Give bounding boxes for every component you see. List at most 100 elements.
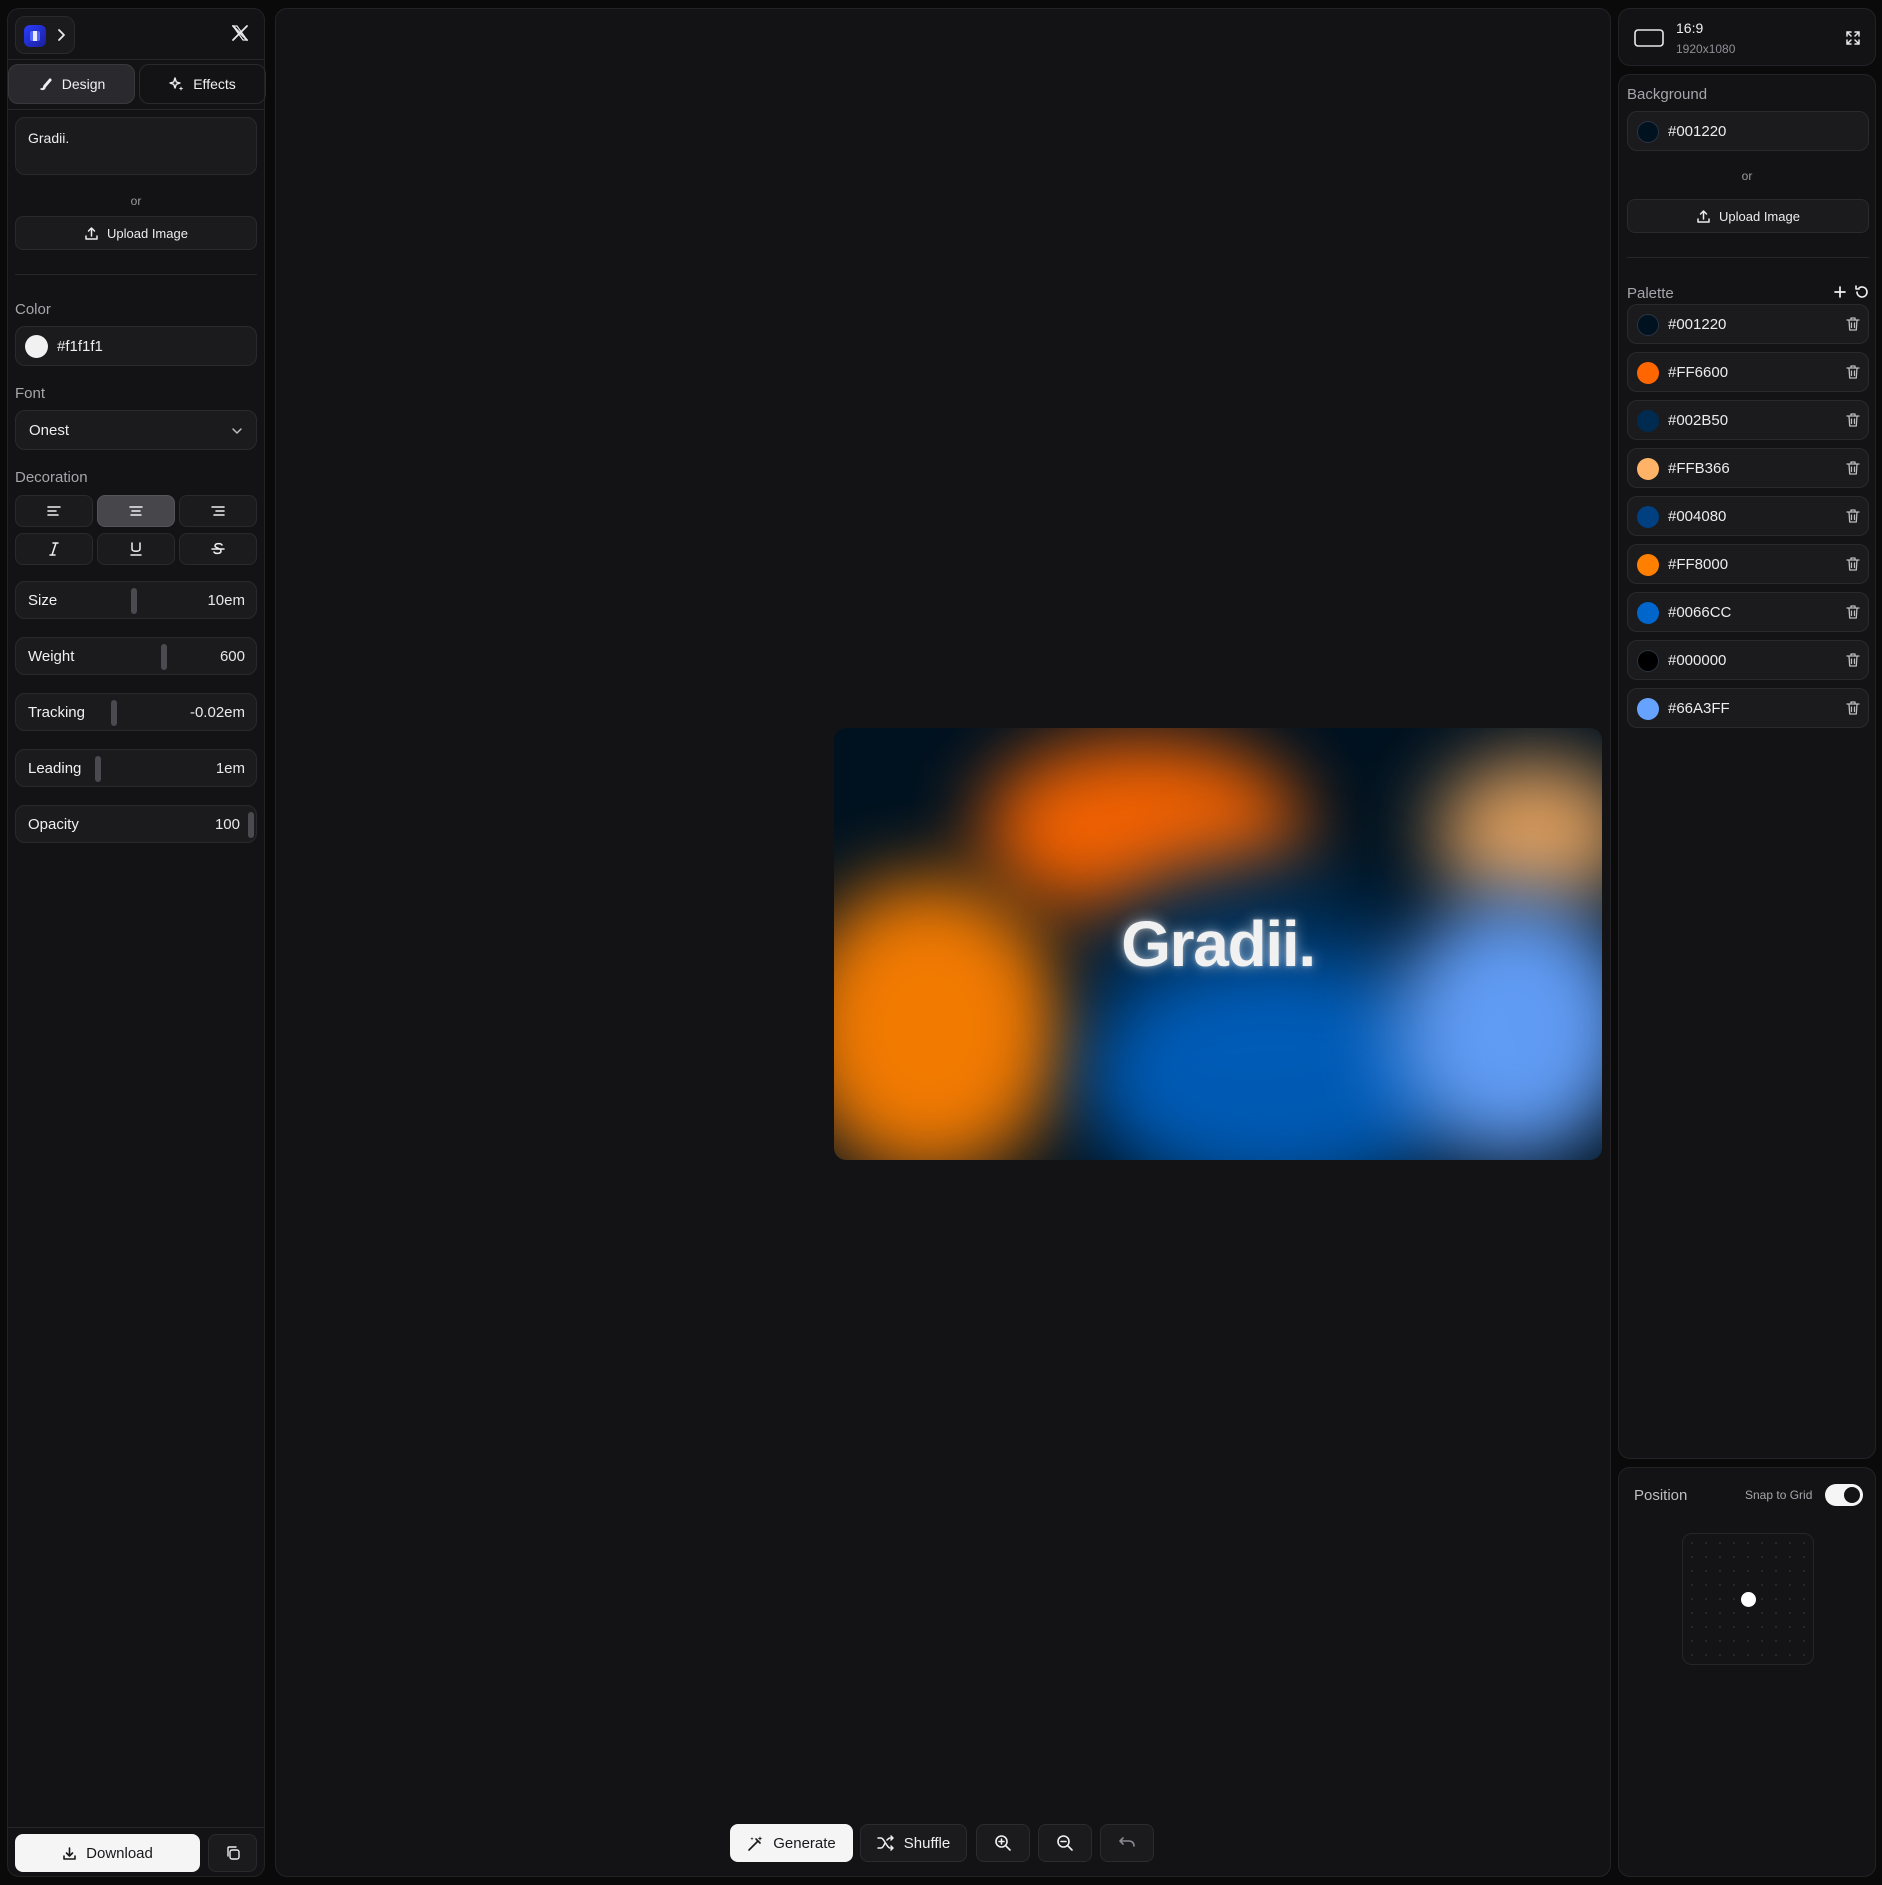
undo-button[interactable]	[1100, 1824, 1154, 1862]
color-label: Color	[15, 301, 51, 318]
chevron-down-icon	[231, 425, 243, 437]
opacity-slider-handle[interactable]	[248, 812, 254, 838]
upload-image-button[interactable]: Upload Image	[15, 216, 257, 250]
palette-hex: #002B50	[1668, 412, 1729, 429]
palette-item[interactable]: #FF6600	[1627, 352, 1869, 392]
leading-value: 1em	[215, 760, 245, 777]
gradient-preview[interactable]: Gradii.	[834, 728, 1602, 1160]
download-button[interactable]: Download	[15, 1834, 200, 1872]
trash-icon[interactable]	[1846, 316, 1860, 332]
palette-item[interactable]: #FFB366	[1627, 448, 1869, 488]
palette-item[interactable]: #0066CC	[1627, 592, 1869, 632]
position-label: Position	[1634, 1487, 1688, 1504]
palette-item[interactable]: #004080	[1627, 496, 1869, 536]
size-slider[interactable]: Size 10em	[15, 581, 257, 619]
underline-icon	[128, 541, 144, 557]
strikethrough-icon	[210, 541, 226, 557]
trash-icon[interactable]	[1846, 652, 1860, 668]
opacity-value: 100	[214, 816, 240, 833]
fullscreen-icon[interactable]	[1845, 30, 1861, 46]
download-label: Download	[86, 1844, 153, 1862]
size-slider-handle[interactable]	[131, 588, 137, 614]
reset-icon[interactable]	[1854, 284, 1870, 300]
palette-swatch[interactable]	[1637, 314, 1659, 336]
x-logo-icon[interactable]	[231, 24, 249, 42]
opacity-label: Opacity	[28, 816, 79, 833]
aspect-ratio-panel[interactable]: 16:9 1920x1080	[1618, 8, 1876, 66]
resolution-value: 1920x1080	[1676, 42, 1736, 56]
preview-text[interactable]: Gradii.	[834, 728, 1602, 1160]
color-value: #f1f1f1	[57, 338, 103, 355]
copy-button[interactable]	[208, 1834, 257, 1872]
color-swatch[interactable]	[25, 335, 48, 358]
download-icon	[62, 1846, 77, 1861]
palette-swatch[interactable]	[1637, 650, 1659, 672]
background-color-field[interactable]: #001220	[1627, 111, 1869, 151]
trash-icon[interactable]	[1846, 556, 1860, 572]
tab-effects[interactable]: Effects	[139, 64, 266, 104]
palette-swatch[interactable]	[1637, 362, 1659, 384]
tracking-slider[interactable]: Tracking -0.02em	[15, 693, 257, 731]
align-center-icon	[128, 503, 144, 519]
weight-label: Weight	[28, 648, 75, 665]
strikethrough-button[interactable]	[179, 533, 257, 565]
snap-to-grid-toggle[interactable]	[1825, 1484, 1863, 1506]
palette-item[interactable]: #001220	[1627, 304, 1869, 344]
trash-icon[interactable]	[1846, 700, 1860, 716]
palette-swatch[interactable]	[1637, 458, 1659, 480]
tracking-slider-handle[interactable]	[111, 700, 117, 726]
color-field[interactable]: #f1f1f1	[15, 326, 257, 366]
upload-image-button[interactable]: Upload Image	[1627, 199, 1869, 233]
header-divider	[8, 59, 264, 60]
text-input[interactable]: Gradii.	[15, 117, 257, 175]
palette-item[interactable]: #002B50	[1627, 400, 1869, 440]
palette-divider	[1627, 257, 1869, 258]
shuffle-button[interactable]: Shuffle	[860, 1824, 967, 1862]
align-left-button[interactable]	[15, 495, 93, 527]
palette-swatch[interactable]	[1637, 506, 1659, 528]
palette-hex: #000000	[1668, 652, 1727, 669]
position-grid[interactable]	[1682, 1533, 1814, 1665]
zoom-out-button[interactable]	[1038, 1824, 1092, 1862]
weight-slider-handle[interactable]	[161, 644, 167, 670]
snap-to-grid-label: Snap to Grid	[1745, 1488, 1813, 1502]
or-separator: or	[130, 194, 142, 208]
trash-icon[interactable]	[1846, 460, 1860, 476]
aspect-ratio-value: 16:9	[1676, 20, 1704, 36]
font-select[interactable]: Onest	[15, 410, 257, 450]
palette-swatch[interactable]	[1637, 554, 1659, 576]
palette-swatch[interactable]	[1637, 410, 1659, 432]
tracking-label: Tracking	[28, 704, 85, 721]
weight-value: 600	[219, 648, 245, 665]
palette-item[interactable]: #66A3FF	[1627, 688, 1869, 728]
trash-icon[interactable]	[1846, 364, 1860, 380]
tab-design[interactable]: Design	[8, 64, 135, 104]
align-center-button[interactable]	[97, 495, 175, 527]
generate-button[interactable]: Generate	[730, 1824, 853, 1862]
app-logo[interactable]	[15, 16, 75, 54]
palette-swatch[interactable]	[1637, 698, 1659, 720]
background-swatch[interactable]	[1637, 121, 1659, 143]
zoom-out-icon	[1056, 1834, 1074, 1852]
underline-button[interactable]	[97, 533, 175, 565]
position-handle[interactable]	[1741, 1592, 1756, 1607]
plus-icon[interactable]	[1833, 285, 1847, 299]
italic-button[interactable]	[15, 533, 93, 565]
zoom-in-button[interactable]	[976, 1824, 1030, 1862]
palette-item[interactable]: #000000	[1627, 640, 1869, 680]
sparkles-icon	[169, 76, 185, 92]
aspect-ratio-icon	[1634, 29, 1664, 47]
leading-slider[interactable]: Leading 1em	[15, 749, 257, 787]
opacity-slider[interactable]: Opacity 100	[15, 805, 257, 843]
trash-icon[interactable]	[1846, 604, 1860, 620]
palette-item[interactable]: #FF8000	[1627, 544, 1869, 584]
size-value: 10em	[207, 592, 245, 609]
palette-hex: #FF6600	[1668, 364, 1729, 381]
palette-swatch[interactable]	[1637, 602, 1659, 624]
leading-slider-handle[interactable]	[95, 756, 101, 782]
trash-icon[interactable]	[1846, 508, 1860, 524]
weight-slider[interactable]: Weight 600	[15, 637, 257, 675]
trash-icon[interactable]	[1846, 412, 1860, 428]
undo-icon	[1118, 1835, 1136, 1851]
align-right-button[interactable]	[179, 495, 257, 527]
